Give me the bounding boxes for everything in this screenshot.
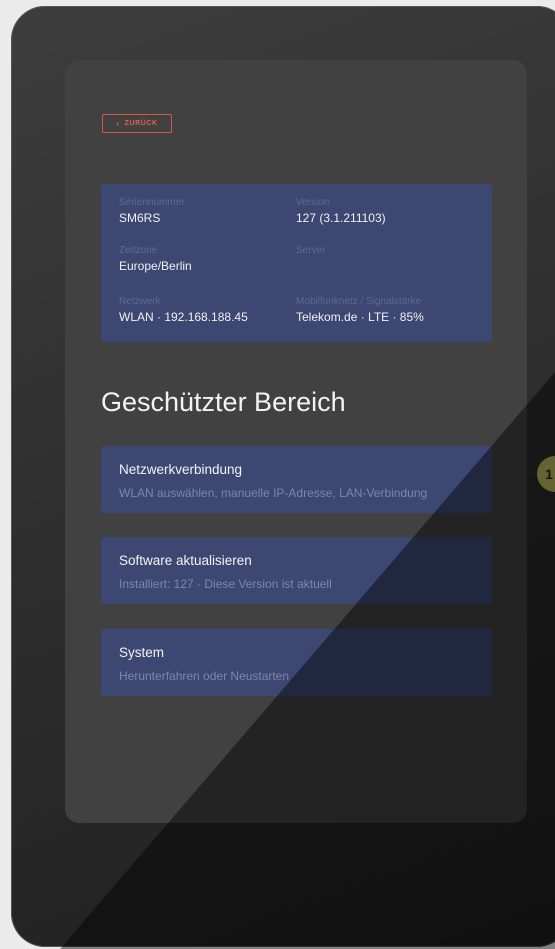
info-server: Server [296, 245, 325, 259]
info-mobile-value: Telekom.de · LTE · 85% [296, 310, 424, 324]
info-network-value: WLAN · 192.168.188.45 [119, 310, 248, 324]
menu-card-software-update[interactable]: Software aktualisieren Installiert: 127 … [101, 537, 492, 604]
menu-card-subtitle: Installiert: 127 · Diese Version ist akt… [119, 577, 332, 591]
info-version: Version 127 (3.1.211103) [296, 197, 386, 225]
info-server-label: Server [296, 245, 326, 256]
menu-card-system[interactable]: System Herunterfahren oder Neustarten [101, 629, 492, 696]
menu-card-title: System [119, 645, 165, 660]
info-mobile-label: Mobilfunknetz / Signalstärke [296, 296, 422, 307]
info-version-value: 127 (3.1.211103) [296, 211, 386, 225]
menu-card-subtitle: WLAN auswählen, manuelle IP-Adresse, LAN… [119, 486, 428, 500]
menu-card-network[interactable]: Netzwerkverbindung WLAN auswählen, manue… [101, 446, 492, 513]
info-serial-label: Seriennummer [119, 197, 185, 208]
info-version-label: Version [296, 197, 330, 208]
info-network: Netzwerk WLAN · 192.168.188.45 [119, 296, 248, 324]
info-timezone-label: Zeitzone [119, 245, 158, 256]
menu-card-title: Software aktualisieren [119, 553, 252, 568]
chevron-left-icon: ‹ [116, 118, 120, 128]
info-network-label: Netzwerk [119, 296, 161, 307]
menu-card-subtitle: Herunterfahren oder Neustarten [119, 669, 290, 683]
menu-card-title: Netzwerkverbindung [119, 462, 243, 477]
device-info-panel: Seriennummer SM6RS Version 127 (3.1.2111… [101, 184, 492, 342]
info-mobile: Mobilfunknetz / Signalstärke Telekom.de … [296, 296, 424, 324]
info-serial: Seriennummer SM6RS [119, 197, 185, 225]
device-screen: ‹ ZURÜCK Seriennummer SM6RS Version 127 … [65, 60, 527, 823]
info-timezone-value: Europe/Berlin [119, 259, 192, 273]
kiosk-device: ‹ ZURÜCK Seriennummer SM6RS Version 127 … [11, 6, 555, 947]
back-button[interactable]: ‹ ZURÜCK [102, 114, 172, 133]
info-serial-value: SM6RS [119, 211, 161, 225]
info-timezone: Zeitzone Europe/Berlin [119, 245, 192, 273]
back-button-label: ZURÜCK [124, 120, 158, 127]
section-title: Geschützter Bereich [101, 387, 346, 417]
